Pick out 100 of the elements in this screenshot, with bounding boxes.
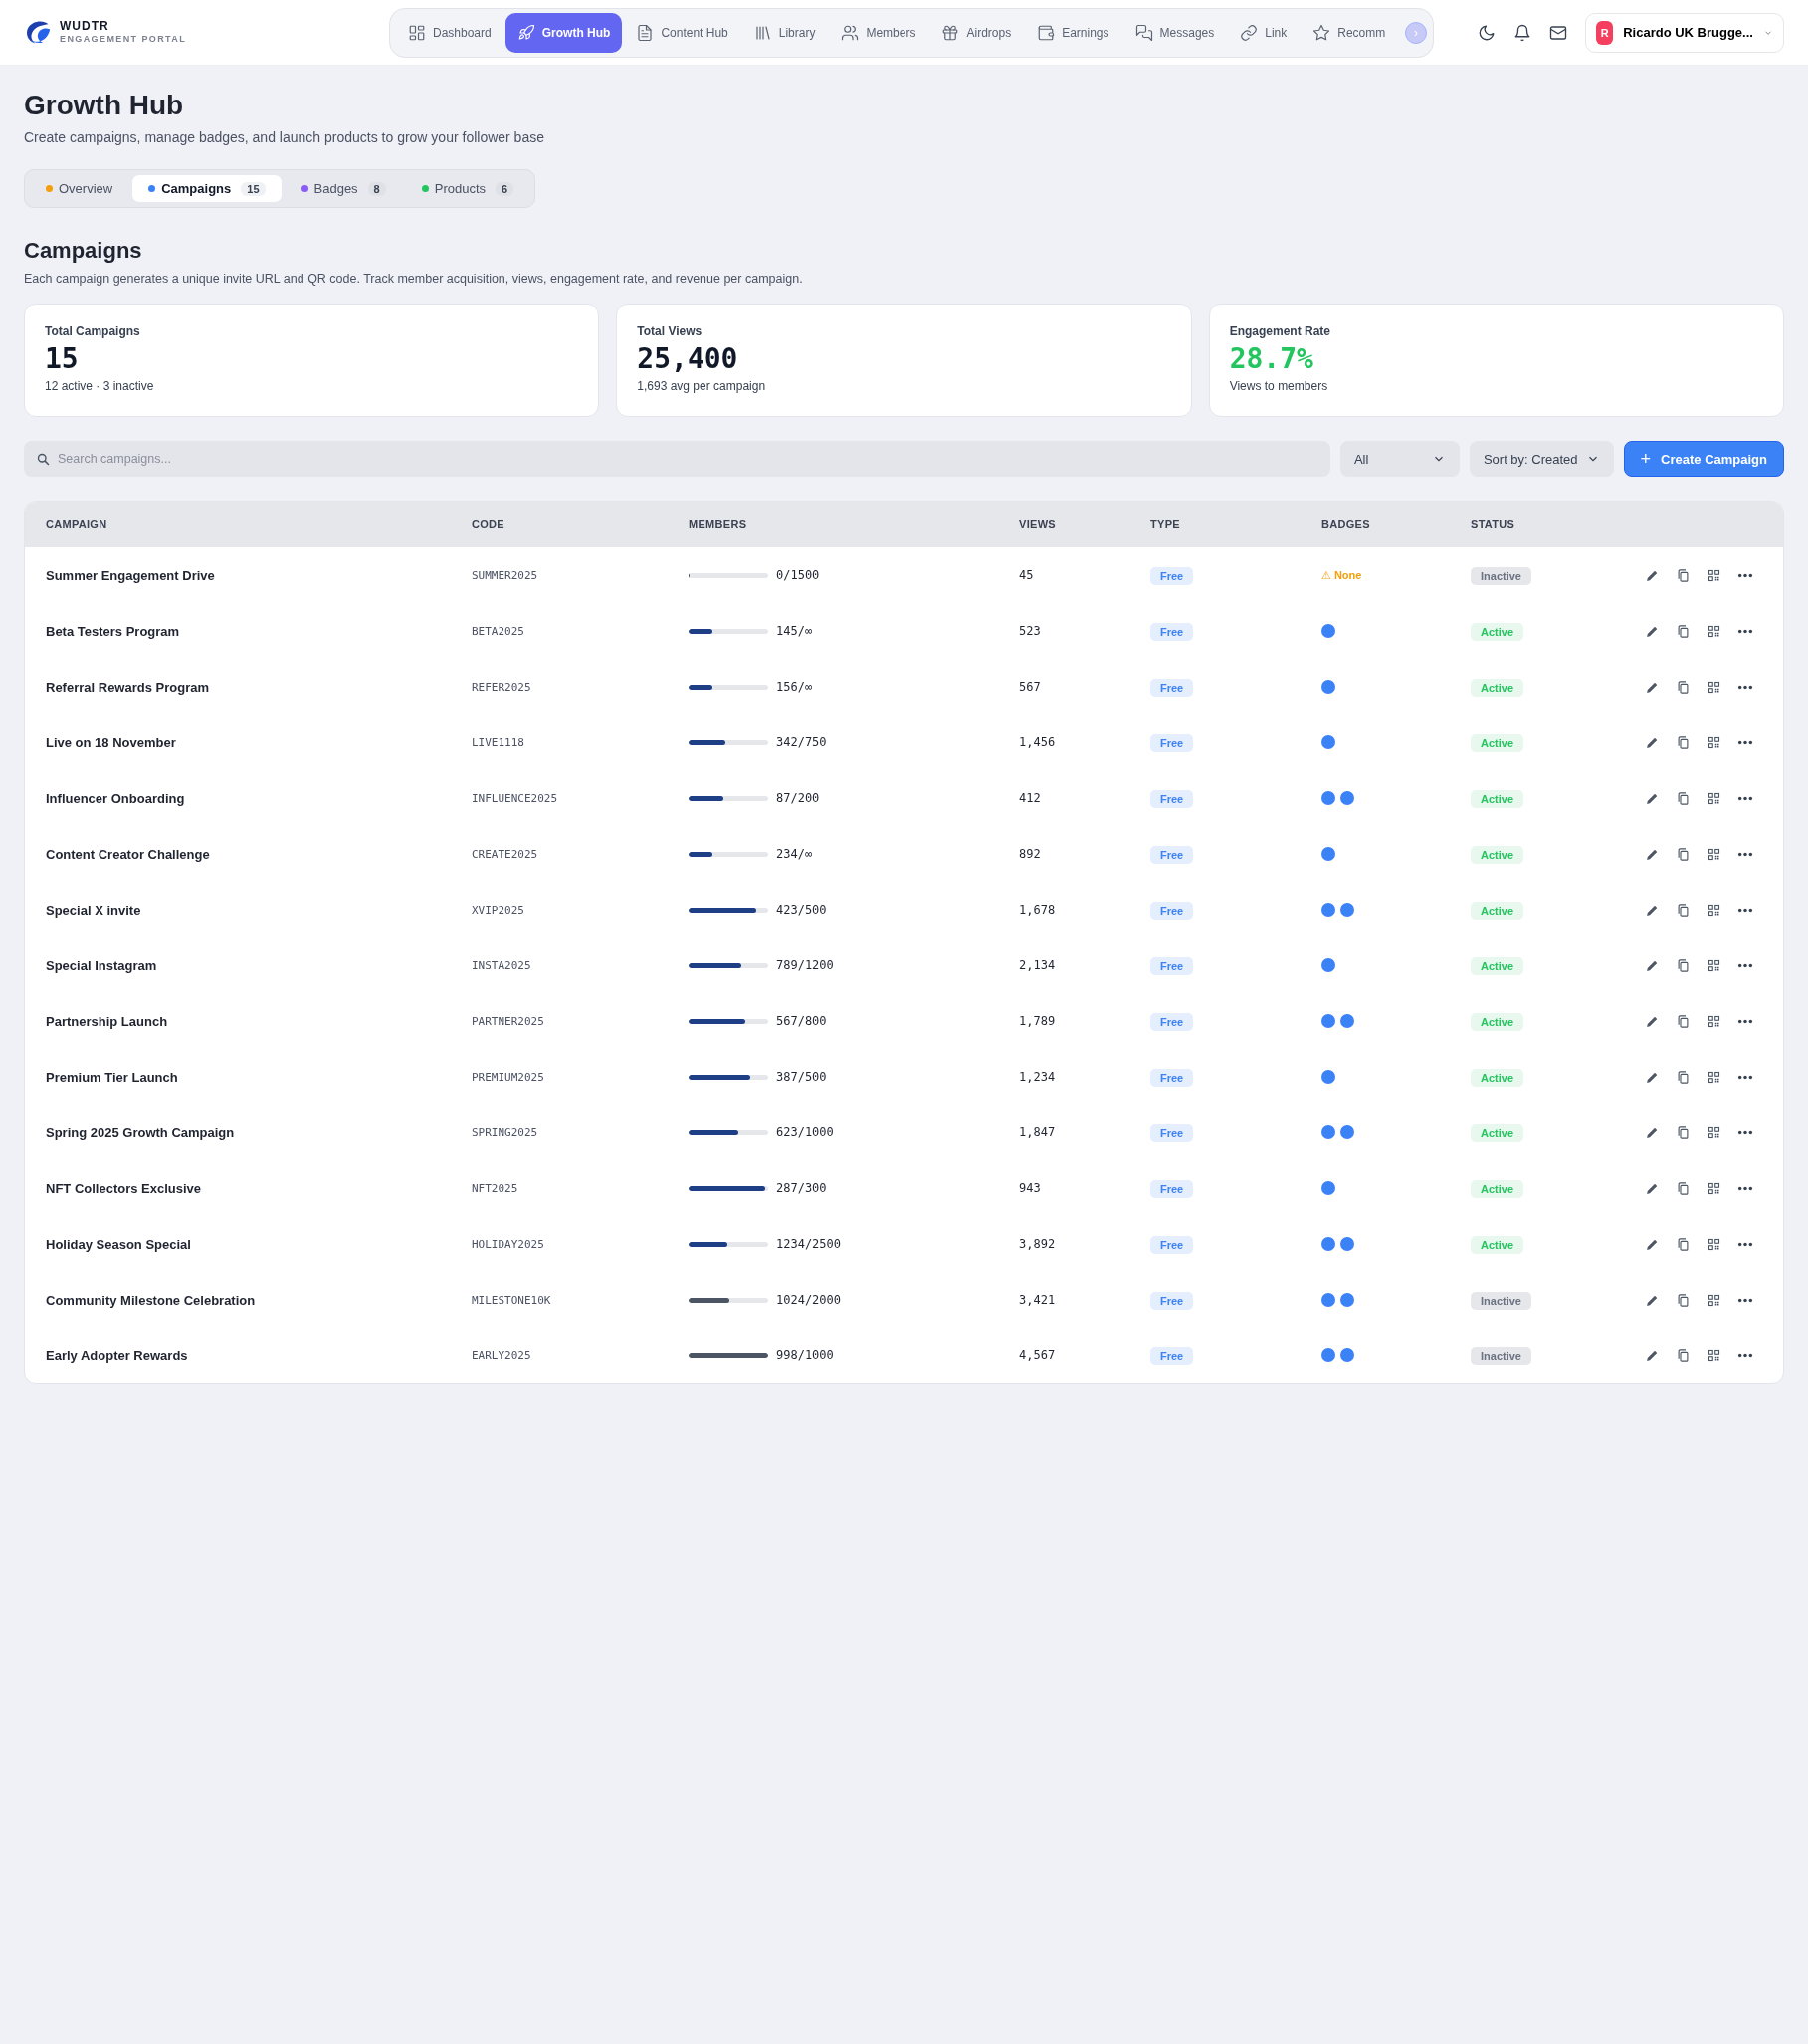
- qr-code-icon[interactable]: [1707, 1236, 1721, 1252]
- count-badge: 8: [367, 181, 386, 196]
- status-tag: Active: [1471, 1069, 1524, 1087]
- qr-code-icon[interactable]: [1707, 790, 1721, 806]
- more-icon[interactable]: [1737, 1073, 1753, 1081]
- nav-tab[interactable]: Earnings: [1025, 12, 1121, 53]
- type-tag: Free: [1150, 679, 1194, 697]
- qr-code-icon[interactable]: [1707, 1069, 1721, 1085]
- member-count: 0/1500: [776, 568, 820, 582]
- stat-note: 12 active · 3 inactive: [45, 379, 155, 393]
- copy-icon[interactable]: [1676, 623, 1691, 639]
- copy-icon[interactable]: [1676, 957, 1691, 973]
- nav-tab[interactable]: Growth Hub: [504, 12, 623, 53]
- member-count: 342/750: [776, 735, 827, 749]
- qr-code-icon[interactable]: [1707, 902, 1721, 918]
- sort-dropdown[interactable]: Sort by: Created: [1469, 441, 1614, 477]
- qr-code-icon[interactable]: [1707, 1013, 1721, 1029]
- more-icon[interactable]: [1737, 738, 1753, 746]
- copy-icon[interactable]: [1676, 1180, 1691, 1196]
- tab-label: Overview: [59, 181, 113, 196]
- nav-tab[interactable]: Messages: [1122, 12, 1227, 53]
- qr-code-icon[interactable]: [1707, 1347, 1721, 1363]
- nav-tab[interactable]: Members: [829, 12, 928, 53]
- tab[interactable]: Campaigns 15: [132, 175, 282, 202]
- count-badge: 15: [241, 181, 266, 196]
- campaign-name: Premium Tier Launch: [46, 1069, 179, 1085]
- type-tag: Free: [1150, 1347, 1194, 1365]
- nav-tab[interactable]: Content Hub: [624, 12, 740, 53]
- copy-icon[interactable]: [1676, 734, 1691, 750]
- create-campaign-button[interactable]: + Create Campaign: [1623, 441, 1784, 477]
- qr-code-icon[interactable]: [1707, 846, 1721, 862]
- stat-note: Views to members: [1229, 379, 1329, 393]
- qr-code-icon[interactable]: [1707, 567, 1721, 583]
- copy-icon[interactable]: [1676, 790, 1691, 806]
- more-icon[interactable]: [1737, 571, 1753, 579]
- qr-code-icon[interactable]: [1707, 623, 1721, 639]
- copy-icon[interactable]: [1676, 1069, 1691, 1085]
- type-tag: Free: [1150, 1292, 1194, 1310]
- filter-dropdown[interactable]: All: [1339, 441, 1460, 477]
- dark-mode-icon[interactable]: [1478, 23, 1496, 42]
- more-icon[interactable]: [1737, 1128, 1753, 1136]
- copy-icon[interactable]: [1676, 1347, 1691, 1363]
- more-icon[interactable]: [1737, 1296, 1753, 1304]
- member-count: 998/1000: [776, 1348, 834, 1362]
- view-count: 1,789: [1019, 1014, 1057, 1028]
- column-header: STATUS: [1471, 518, 1516, 530]
- more-icon[interactable]: [1737, 906, 1753, 914]
- nav-tab[interactable]: Airdrops: [929, 12, 1024, 53]
- qr-code-icon[interactable]: [1707, 734, 1721, 750]
- type-tag: Free: [1150, 1180, 1194, 1198]
- view-count: 1,678: [1019, 903, 1057, 917]
- qr-code-icon[interactable]: [1707, 957, 1721, 973]
- more-icon[interactable]: [1737, 1017, 1753, 1025]
- nav-tab[interactable]: Dashboard: [396, 12, 503, 53]
- tab[interactable]: Products 6: [405, 175, 530, 202]
- campaign-code: INFLUENCE2025: [472, 791, 559, 805]
- column-header: CAMPAIGN: [46, 518, 108, 530]
- more-icon[interactable]: [1737, 961, 1753, 969]
- qr-code-icon[interactable]: [1707, 679, 1721, 695]
- member-count: 87/200: [776, 791, 820, 805]
- more-icon[interactable]: [1737, 1351, 1753, 1359]
- more-icon[interactable]: [1737, 1184, 1753, 1192]
- campaign-code: CREATE2025: [472, 847, 539, 861]
- status-tag: Active: [1471, 957, 1524, 975]
- copy-icon[interactable]: [1676, 846, 1691, 862]
- copy-icon[interactable]: [1676, 567, 1691, 583]
- stat-value: 25,400: [637, 342, 739, 375]
- copy-icon[interactable]: [1676, 902, 1691, 918]
- copy-icon[interactable]: [1676, 1292, 1691, 1308]
- copy-icon[interactable]: [1676, 1013, 1691, 1029]
- nav-tab[interactable]: Link: [1228, 12, 1300, 53]
- mail-icon[interactable]: [1549, 23, 1567, 42]
- campaign-name: Referral Rewards Program: [46, 679, 210, 695]
- search-field[interactable]: Search campaigns...: [24, 441, 1330, 477]
- qr-code-icon[interactable]: [1707, 1292, 1721, 1308]
- campaign-name: Live on 18 November: [46, 734, 177, 750]
- copy-icon[interactable]: [1676, 1236, 1691, 1252]
- qr-code-icon[interactable]: [1707, 1124, 1721, 1140]
- more-icon[interactable]: [1737, 794, 1753, 802]
- tab[interactable]: Overview: [30, 175, 129, 202]
- type-tag: Free: [1150, 1236, 1194, 1254]
- document-icon: [636, 23, 655, 42]
- nav-tab[interactable]: Library: [741, 12, 828, 53]
- view-count: 943: [1019, 1181, 1042, 1195]
- copy-icon[interactable]: [1676, 1124, 1691, 1140]
- grid-icon: [408, 23, 426, 42]
- tab[interactable]: Badges 8: [285, 175, 402, 202]
- more-icon[interactable]: [1737, 850, 1753, 858]
- tab-label: Badges: [313, 181, 358, 196]
- status-tag: Active: [1471, 679, 1524, 697]
- more-icon[interactable]: [1737, 627, 1753, 635]
- status-tag: Active: [1471, 1180, 1524, 1198]
- nav-tab[interactable]: Recomm: [1301, 12, 1398, 53]
- user-menu[interactable]: R Ricardo UK Brugge...: [1585, 12, 1784, 53]
- notification-bell-icon[interactable]: [1513, 23, 1531, 42]
- more-icon[interactable]: [1737, 683, 1753, 691]
- copy-icon[interactable]: [1676, 679, 1691, 695]
- more-icon[interactable]: [1737, 1240, 1753, 1248]
- qr-code-icon[interactable]: [1707, 1180, 1721, 1196]
- column-header: MEMBERS: [689, 518, 748, 530]
